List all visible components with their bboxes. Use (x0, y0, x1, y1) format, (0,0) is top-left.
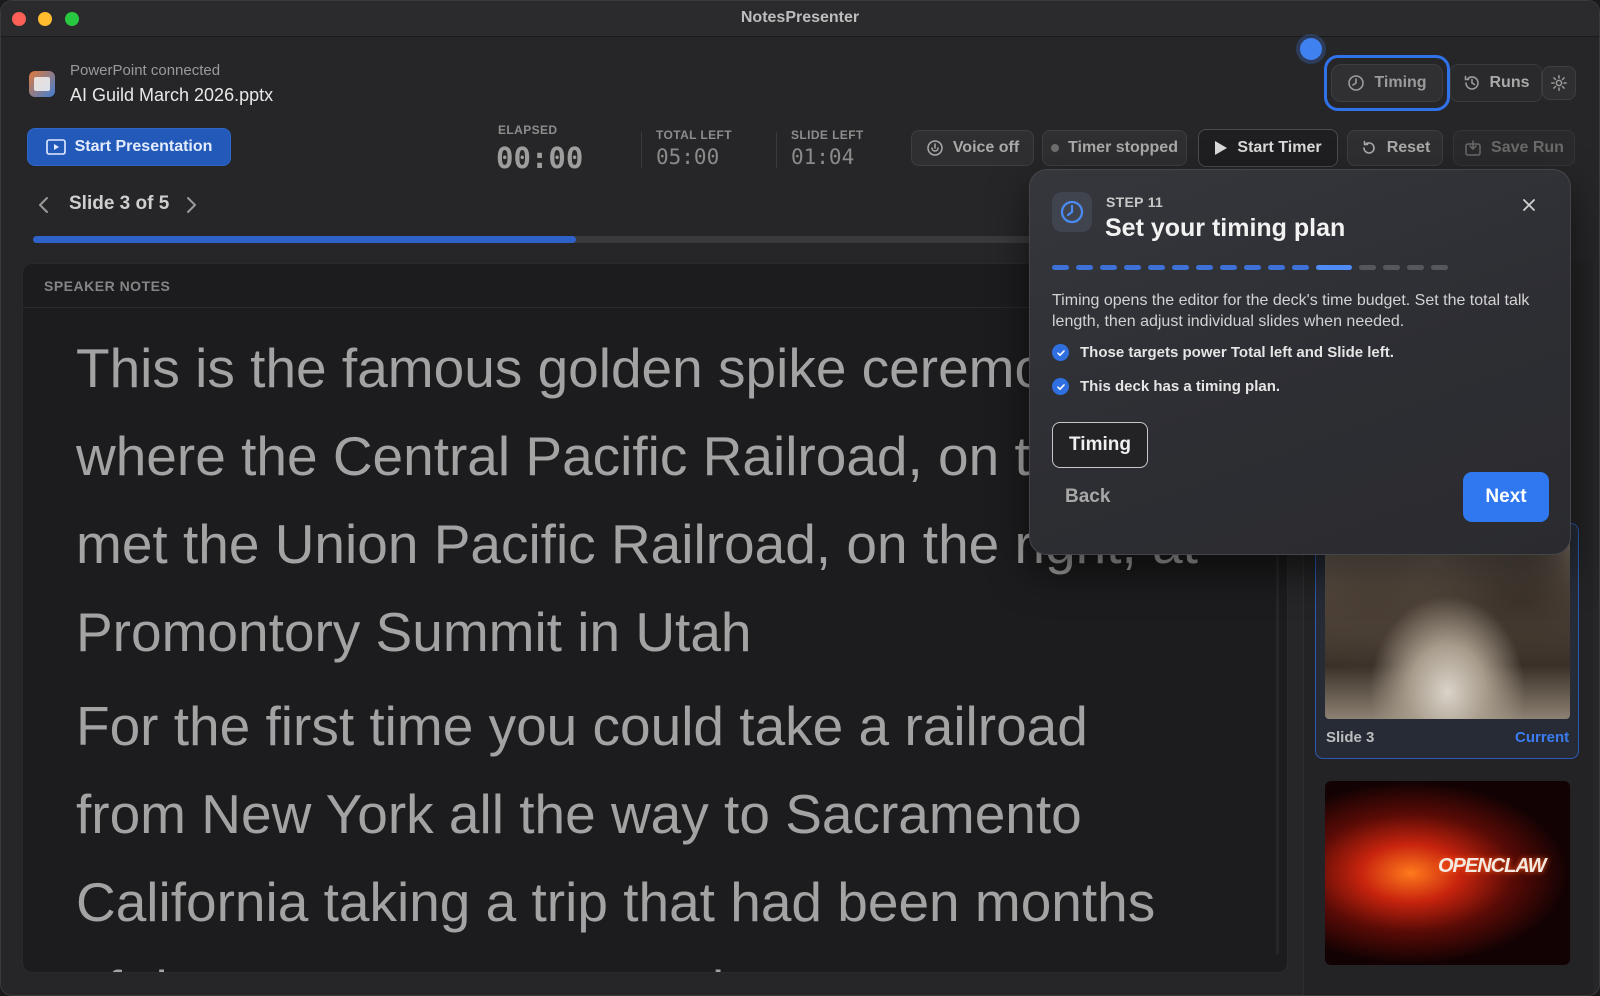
gear-icon (1551, 75, 1567, 91)
save-run-button[interactable]: Save Run (1453, 130, 1575, 166)
checkmark-icon (1052, 378, 1069, 395)
openclaw-logo: OPENCLAW (1438, 855, 1547, 877)
total-left-label: TOTAL LEFT (656, 128, 732, 142)
step-dot (1431, 265, 1448, 270)
file-name: AI Guild March 2026.pptx (70, 85, 274, 105)
settings-button[interactable] (1542, 66, 1576, 100)
window-title: NotesPresenter (740, 9, 860, 26)
close-icon[interactable] (1520, 196, 1538, 214)
step-dot (1148, 265, 1165, 270)
connection-status: PowerPoint connected (70, 62, 221, 79)
step-dot (1244, 265, 1261, 270)
step-dot (1052, 265, 1069, 270)
timer-status-label: Timer stopped (1068, 139, 1178, 156)
step-progress-dots (1052, 265, 1448, 270)
app-window: NotesPresenter PowerPoint connected AI G… (0, 0, 1600, 996)
step-dot (1268, 265, 1285, 270)
history-icon (1464, 75, 1479, 90)
reset-button[interactable]: Reset (1347, 130, 1443, 166)
tour-spotlight-dot (1300, 38, 1322, 60)
play-icon (1215, 141, 1228, 155)
voice-label: Voice off (952, 139, 1020, 156)
slide-counter: Slide 3 of 5 (69, 193, 170, 214)
popover-timing-button[interactable]: Timing (1052, 422, 1148, 468)
step-label: STEP 11 (1106, 194, 1164, 210)
step-dot (1407, 265, 1424, 270)
status-dot-icon (1051, 144, 1060, 152)
step-dot (1124, 265, 1141, 270)
save-run-label: Save Run (1491, 139, 1564, 156)
step-dot (1359, 265, 1376, 270)
step-dot (1383, 265, 1400, 270)
start-timer-button[interactable]: Start Timer (1198, 129, 1338, 167)
step-dot (1100, 265, 1117, 270)
slide-thumbnail-next[interactable]: OPENCLAW (1325, 781, 1570, 965)
voice-toggle-button[interactable]: Voice off (911, 130, 1034, 166)
runs-button[interactable]: Runs (1450, 64, 1542, 102)
slide-progress-bar (33, 236, 1033, 243)
save-icon (1465, 140, 1481, 156)
popover-title: Set your timing plan (1105, 214, 1346, 242)
notes-paragraph: For the first time you could take a rail… (76, 695, 1156, 972)
next-slide-icon[interactable] (184, 194, 198, 216)
next-button[interactable]: Next (1463, 472, 1549, 522)
start-presentation-label: Start Presentation (74, 138, 213, 155)
clock-icon (1052, 192, 1092, 232)
total-left-value: 05:00 (656, 145, 720, 169)
step-dot (1292, 265, 1309, 270)
stat-divider (776, 132, 777, 168)
powerpoint-icon (29, 71, 55, 97)
current-slide-badge: Current (1515, 729, 1570, 746)
mic-off-icon (927, 140, 943, 156)
step-dot (1196, 265, 1213, 270)
reset-label: Reset (1386, 139, 1431, 156)
step-dot (1076, 265, 1093, 270)
start-presentation-button[interactable]: Start Presentation (27, 128, 231, 166)
check-item-label: Those targets power Total left and Slide… (1080, 344, 1394, 361)
popover-description: Timing opens the editor for the deck's t… (1052, 292, 1530, 330)
slide-left-value: 01:04 (791, 145, 855, 169)
step-dot (1172, 265, 1189, 270)
step-dot (1316, 265, 1352, 270)
stat-divider (641, 132, 642, 168)
title-bar: NotesPresenter (1, 1, 1599, 37)
checkmark-icon (1052, 344, 1069, 361)
onboarding-popover: STEP 11 Set your timing plan Timing open… (1029, 169, 1571, 555)
start-timer-label: Start Timer (1237, 139, 1322, 156)
highlight-ring (1324, 55, 1450, 111)
back-button[interactable]: Back (1065, 486, 1110, 508)
slide-progress-fill (33, 236, 576, 243)
reset-icon (1362, 140, 1375, 154)
slide-left-label: SLIDE LEFT (791, 128, 864, 142)
play-screen-icon (45, 139, 66, 155)
slide-thumbnail-label: Slide 3 (1326, 729, 1375, 746)
check-item-label: This deck has a timing plan. (1080, 378, 1281, 395)
speaker-notes-header: SPEAKER NOTES (44, 278, 171, 294)
timer-status-badge: Timer stopped (1042, 130, 1187, 166)
check-item: This deck has a timing plan. (1052, 378, 1280, 395)
check-item: Those targets power Total left and Slide… (1052, 344, 1394, 361)
elapsed-label: ELAPSED (498, 123, 558, 137)
previous-slide-icon[interactable] (37, 194, 51, 216)
elapsed-value: 00:00 (496, 141, 584, 175)
step-dot (1220, 265, 1237, 270)
runs-button-label: Runs (1489, 74, 1530, 91)
slide-3-image (1325, 541, 1570, 719)
